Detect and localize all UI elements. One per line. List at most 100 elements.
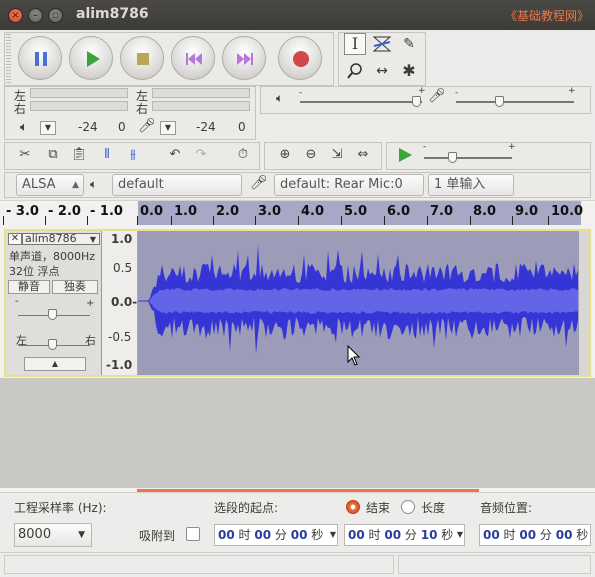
collapse-track-button[interactable]: ▲	[24, 357, 86, 371]
paste-button[interactable]: 📋︎	[68, 144, 90, 166]
ruler-tick-label: 7.0	[430, 204, 454, 219]
multi-tool-button[interactable]: ✱	[398, 60, 420, 82]
zoom-in-icon: ⊕	[279, 147, 291, 162]
draw-tool-button[interactable]: ✎	[398, 33, 420, 55]
ruler-tick-mark	[87, 216, 88, 225]
stop-button[interactable]	[120, 36, 164, 80]
copy-button[interactable]: ⧉	[42, 144, 64, 166]
output-volume-icon: 🔈︎	[276, 91, 284, 105]
playback-speed-slider[interactable]	[424, 157, 512, 159]
envelope-tool-button[interactable]	[371, 33, 393, 55]
close-window-button[interactable]: ×	[8, 8, 23, 23]
zoom-tool-button[interactable]	[344, 60, 366, 82]
vruler-label-lower: -0.5	[108, 330, 132, 344]
ruler-tick-mark	[3, 216, 4, 225]
maximize-icon: ▫	[52, 10, 59, 21]
input-device-select[interactable]: default: Rear Mic:0	[274, 174, 424, 196]
ruler-tick-label: - 1.0	[90, 204, 123, 219]
play-icon	[399, 148, 412, 162]
play-at-speed-button[interactable]	[394, 144, 416, 166]
input-channels-select[interactable]: 1 单输入	[428, 174, 514, 196]
track-menu-button[interactable]: alim8786 ▼	[22, 233, 100, 245]
fit-selection-icon: ⇲	[331, 147, 343, 162]
play-meter-menu-button[interactable]: ▼	[40, 121, 56, 135]
skip-to-start-button[interactable]	[171, 36, 215, 80]
length-radio[interactable]	[401, 500, 415, 514]
audio-host-value: ALSA	[22, 177, 56, 192]
record-icon	[293, 51, 309, 67]
zoom-out-button[interactable]: ⊖	[300, 144, 322, 166]
end-seconds: 10	[420, 528, 438, 542]
pos-hours: 00	[483, 528, 500, 542]
rec-meter-right-bar	[152, 101, 250, 111]
output-volume-slider[interactable]	[300, 101, 422, 103]
length-radio-label: 长度	[421, 501, 446, 515]
silence-button[interactable]: ⫵	[122, 144, 144, 166]
mute-button[interactable]: 静音	[8, 280, 50, 294]
zoom-in-button[interactable]: ⊕	[274, 144, 296, 166]
asterisk-icon: ✱	[402, 61, 416, 80]
track-format-info: 单声道，8000Hz	[9, 250, 96, 263]
output-volume-knob[interactable]	[412, 96, 421, 107]
project-rate-value: 8000	[18, 527, 52, 542]
toolbar-grip[interactable]	[6, 34, 11, 84]
selection-tool-button[interactable]: I	[344, 33, 366, 55]
pan-slider-knob[interactable]	[48, 339, 57, 350]
ruler-tick-label: - 3.0	[6, 204, 39, 219]
ruler-tick-label: 0.0	[140, 204, 164, 219]
audio-position-label: 音频位置:	[480, 501, 533, 515]
audio-position-time[interactable]: 00 时 00 分 00 秒	[479, 524, 591, 546]
rec-meter-zero-label: 0	[238, 120, 246, 134]
gain-plus-label: +	[86, 298, 95, 309]
timeshift-tool-button[interactable]: ↔	[371, 60, 393, 82]
skip-to-end-button[interactable]	[222, 36, 266, 80]
selection-start-time[interactable]: 00 时 00 分 00 秒 ▼	[214, 524, 338, 546]
pause-button[interactable]	[18, 36, 62, 80]
speaker-icon[interactable]: 🔈︎	[20, 120, 28, 135]
output-device-icon: 🔈︎	[90, 177, 98, 191]
input-device-icon: 🎤︎	[250, 175, 268, 191]
undo-button[interactable]: ↶	[164, 144, 186, 166]
empty-tracks-area[interactable]	[0, 378, 595, 488]
undo-icon: ↶	[169, 147, 181, 162]
cut-button[interactable]: ✂	[14, 144, 36, 166]
minimize-window-button[interactable]: –	[28, 8, 43, 23]
maximize-window-button[interactable]: ▫	[48, 8, 63, 23]
snap-to-checkbox[interactable]	[186, 527, 200, 541]
end-seconds-unit: 秒	[441, 528, 454, 542]
speed-slider-plus: +	[508, 142, 516, 152]
rec-meter-right-label: 右	[136, 102, 149, 116]
output-device-select[interactable]: default	[112, 174, 242, 196]
skip-to-end-icon	[237, 53, 253, 65]
play-button[interactable]	[69, 36, 113, 80]
input-volume-knob[interactable]	[495, 96, 504, 107]
selection-end-time[interactable]: 00 时 00 分 10 秒 ▼	[344, 524, 465, 546]
end-radio[interactable]	[346, 500, 360, 514]
audio-host-select[interactable]: ALSA ▲	[16, 174, 84, 196]
project-rate-combo[interactable]: 8000 ▼	[14, 523, 92, 547]
pause-icon	[35, 52, 47, 66]
input-volume-slider[interactable]	[456, 101, 574, 103]
ruler-tick-mark	[341, 216, 342, 225]
gain-slider-knob[interactable]	[48, 309, 57, 320]
close-track-button[interactable]: ✕	[8, 233, 22, 245]
solo-button[interactable]: 独奏	[52, 280, 98, 294]
envelope-icon	[372, 36, 392, 52]
redo-button[interactable]: ↷	[190, 144, 212, 166]
playback-speed-knob[interactable]	[448, 152, 457, 163]
watermark-text: 《基础教程网》	[504, 9, 589, 23]
play-meter-zero-label: 0	[118, 120, 126, 134]
fit-selection-button[interactable]: ⇲	[326, 144, 348, 166]
ruler-tick-label: 9.0	[515, 204, 539, 219]
rec-meter-menu-button[interactable]: ▼	[160, 121, 176, 135]
ruler-tick-label: 2.0	[216, 204, 240, 219]
end-hours: 00	[348, 528, 365, 542]
trim-button[interactable]: ⫴	[96, 144, 118, 166]
microphone-icon[interactable]: 🎤︎	[138, 118, 156, 134]
speed-slider-minus: -	[423, 142, 427, 152]
fit-project-button[interactable]: ⇔	[352, 144, 374, 166]
sync-lock-button[interactable]: ⏱︎	[232, 144, 254, 166]
rec-meter-left-bar	[152, 88, 250, 98]
ruler-tick-mark	[171, 216, 172, 225]
record-button[interactable]	[278, 36, 322, 80]
